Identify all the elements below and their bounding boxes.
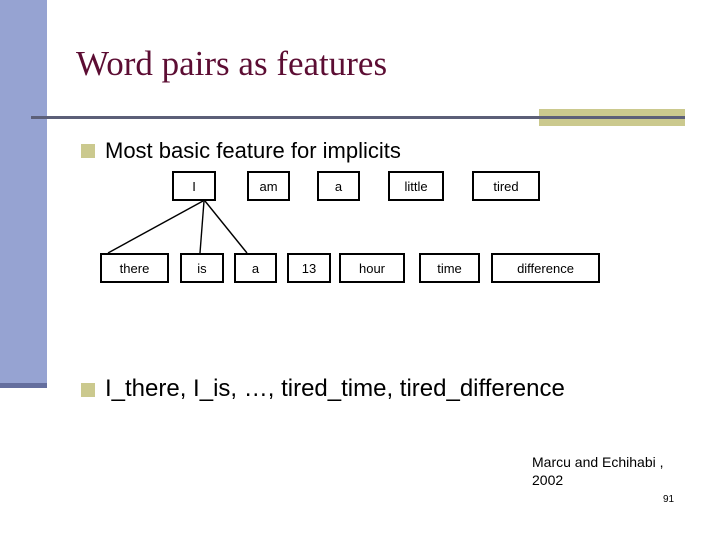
slide-number: 91	[663, 494, 675, 505]
word-box-top-3: little	[388, 171, 444, 201]
word-box-bottom-0: there	[100, 253, 169, 283]
header-divider	[31, 116, 685, 119]
connector-I-to-there	[107, 200, 204, 254]
decorative-sidebar	[0, 0, 47, 383]
word-box-bottom-2: a	[234, 253, 277, 283]
bullet-item-1-label: Most basic feature for implicits	[105, 138, 401, 163]
word-box-top-4: tired	[472, 171, 540, 201]
slide-canvas: Word pairs as features Most basic featur…	[0, 0, 720, 540]
connector-I-to-a	[204, 200, 248, 254]
bullet-square-icon	[81, 144, 95, 158]
word-box-top-2: a	[317, 171, 360, 201]
word-box-bottom-1: is	[180, 253, 224, 283]
connector-I-to-is	[199, 200, 205, 254]
decorative-sidebar-foot	[0, 383, 47, 388]
word-box-top-1: am	[247, 171, 290, 201]
bullet-square-icon	[81, 383, 95, 397]
page-title: Word pairs as features	[76, 44, 388, 83]
word-box-bottom-4: hour	[339, 253, 405, 283]
bullet-item-2: I_there, I_is, …, tired_time, tired_diff…	[81, 374, 565, 404]
word-box-bottom-6: difference	[491, 253, 600, 283]
word-box-bottom-5: time	[419, 253, 480, 283]
attribution: Marcu and Echihabi , 2002	[532, 453, 712, 489]
attribution-line-1: Marcu and Echihabi ,	[532, 454, 664, 470]
word-box-bottom-3: 13	[287, 253, 331, 283]
bullet-item-1: Most basic feature for implicits	[81, 138, 401, 164]
bullet-item-2-label: I_there, I_is, …, tired_time, tired_diff…	[105, 375, 565, 402]
word-box-top-0: I	[172, 171, 216, 201]
attribution-line-2: 2002	[532, 472, 564, 488]
